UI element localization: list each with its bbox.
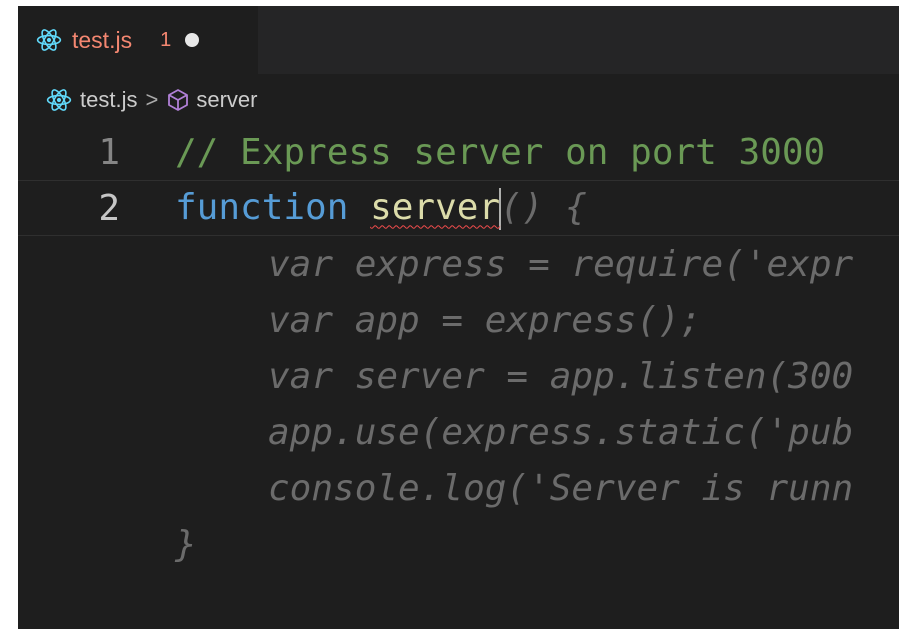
cube-icon — [168, 89, 189, 111]
tab-label: test.js — [72, 26, 133, 53]
ghost-line: app.use(express.static('pub — [18, 404, 899, 460]
ghost-text: app.use(express.static('pub — [268, 411, 854, 453]
tab-bar: test.js 1 — [18, 6, 899, 74]
react-icon — [36, 29, 62, 51]
ghost-text: () { — [500, 186, 587, 228]
code-line-current[interactable]: 2 function server() { — [18, 180, 899, 236]
ghost-text: var server = app.listen(300 — [268, 355, 854, 397]
ghost-text: var app = express(); — [268, 299, 702, 341]
breadcrumb: test.js > server — [46, 82, 257, 118]
ghost-line: var express = require('expr — [18, 236, 899, 292]
function-name: server — [370, 186, 501, 228]
problem-count-badge: 1 — [160, 28, 172, 51]
ghost-line: } — [18, 516, 899, 572]
ghost-line: var server = app.listen(300 — [18, 348, 899, 404]
code-editor[interactable]: 1 // Express server on port 3000 2 funct… — [18, 124, 899, 629]
keyword: function — [175, 186, 349, 228]
comment-text: // Express server on port 3000 — [175, 131, 826, 173]
line-number: 2 — [98, 187, 120, 229]
breadcrumb-separator: > — [145, 87, 159, 112]
line-number: 1 — [98, 131, 120, 173]
editor-window: test.js 1 test.js > server 1 // Express … — [18, 6, 899, 629]
ghost-text: } — [175, 523, 197, 565]
react-icon — [46, 89, 72, 111]
ghost-text: console.log('Server is runn — [268, 467, 854, 509]
unsaved-dot-icon[interactable] — [185, 33, 200, 47]
breadcrumb-file[interactable]: test.js — [80, 87, 137, 113]
tab-test-js[interactable]: test.js 1 — [18, 6, 258, 74]
ghost-line: console.log('Server is runn — [18, 460, 899, 516]
ghost-line: var app = express(); — [18, 292, 899, 348]
ghost-text: var express = require('expr — [268, 243, 854, 285]
breadcrumb-symbol[interactable]: server — [196, 87, 257, 113]
code-line[interactable]: 1 // Express server on port 3000 — [18, 124, 899, 180]
code-text: function server() { — [138, 187, 587, 230]
